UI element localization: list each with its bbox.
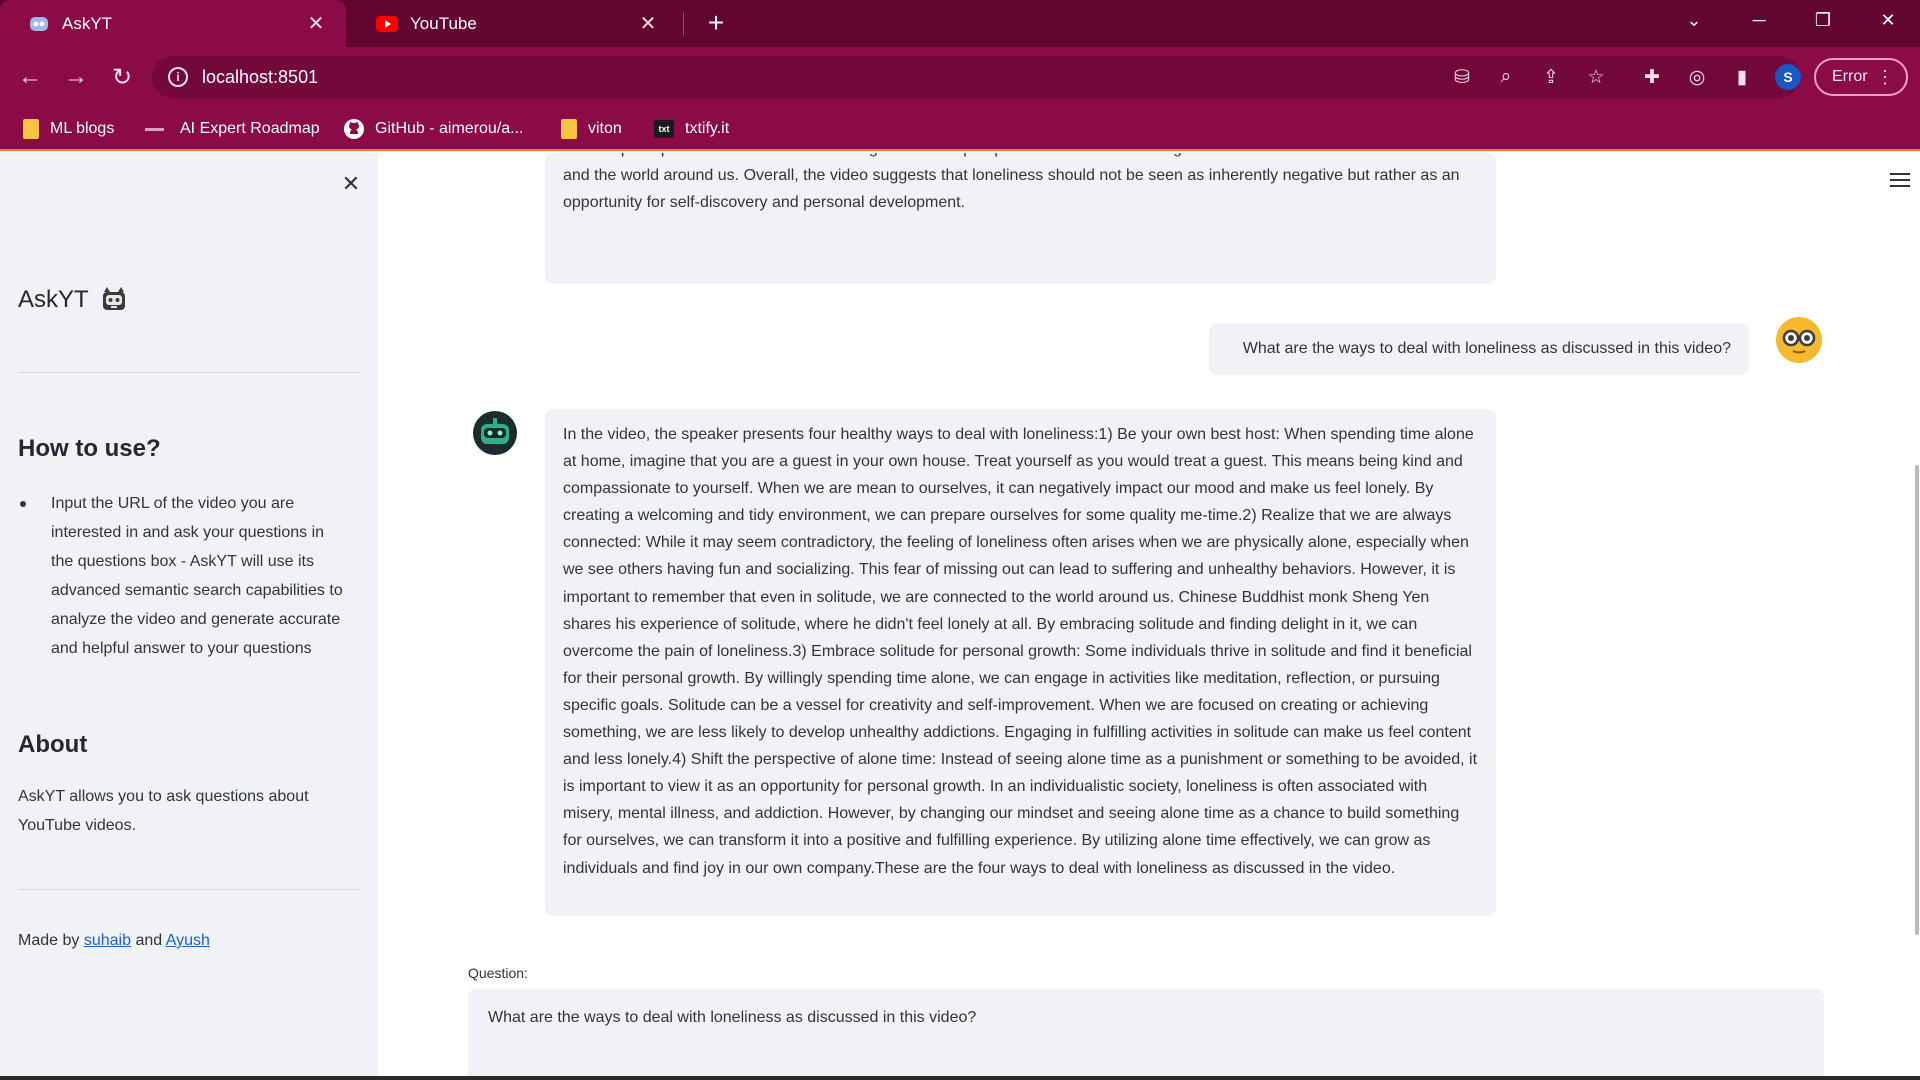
bookmark-star-icon[interactable]: ☆ (1582, 63, 1610, 91)
minimize-icon[interactable]: ─ (1731, 0, 1787, 40)
bookmark-viton[interactable]: viton (560, 117, 622, 141)
bot-message-text: In the video, the speaker presents four … (563, 426, 1478, 877)
github-icon (343, 119, 365, 139)
youtube-favicon-icon (376, 13, 398, 35)
brand: AskYT (18, 285, 129, 315)
made-by-and: and (135, 932, 163, 949)
bookmark-txtify[interactable]: txt txtify.it (653, 117, 729, 141)
folder-icon (22, 119, 40, 139)
author-link-suhaib[interactable]: suhaib (84, 932, 131, 949)
user-avatar-icon (1776, 317, 1822, 363)
bot-message-text: and the perception of loneliness. It enc… (563, 153, 1462, 212)
extensions-icon[interactable]: ✚ (1638, 63, 1666, 91)
about-title: About (18, 731, 88, 758)
bookmark-label: txtify.it (685, 120, 730, 137)
bookmark-label: viton (588, 120, 622, 137)
close-sidebar-icon[interactable]: ✕ (338, 171, 364, 197)
url-text: localhost:8501 (202, 66, 319, 87)
hamburger-menu-icon[interactable] (1890, 173, 1910, 189)
about-text: AskYT allows you to ask questions about … (18, 788, 309, 834)
divider (18, 889, 360, 890)
bullet-icon (20, 501, 26, 507)
how-to-item-text: Input the URL of the video you are inter… (51, 495, 343, 657)
made-by: Made by suhaib and Ayush (18, 932, 210, 950)
txtify-icon: txt (653, 119, 675, 139)
close-icon[interactable]: ✕ (636, 11, 660, 36)
bookmark-label: AI Expert Roadmap (180, 120, 320, 137)
new-tab-icon[interactable]: + (700, 6, 732, 40)
user-message-text: What are the ways to deal with lonelines… (1242, 340, 1731, 357)
main-content: and the perception of loneliness. It enc… (378, 153, 1920, 1080)
tab-separator (683, 12, 684, 36)
question-input-value: What are the ways to deal with lonelines… (488, 1009, 977, 1026)
askyt-favicon-icon (28, 13, 50, 35)
sidebar: ✕ AskYT How to use? Input the URL of the… (0, 153, 378, 1080)
back-icon[interactable]: ← (12, 59, 48, 95)
window-close-icon[interactable]: ✕ (1860, 0, 1916, 40)
robot-icon (102, 287, 125, 310)
share-icon[interactable]: ⇪ (1537, 63, 1565, 91)
made-by-prefix: Made by (18, 932, 80, 949)
how-to-list: Input the URL of the video you are inter… (18, 489, 350, 663)
bot-message: In the video, the speaker presents four … (545, 409, 1496, 916)
restore-icon[interactable]: ❐ (1795, 0, 1851, 40)
bot-message-previous: and the perception of loneliness. It enc… (545, 153, 1496, 284)
profile-avatar[interactable]: S (1775, 64, 1801, 90)
zoom-icon[interactable]: ⌕ (1492, 63, 1520, 91)
close-icon[interactable]: ✕ (304, 11, 328, 36)
author-link-ayush[interactable]: Ayush (166, 932, 210, 949)
scrollbar[interactable] (1915, 465, 1919, 935)
folder-icon (560, 119, 578, 139)
list-item: Input the URL of the video you are inter… (18, 489, 350, 663)
bookmark-label: GitHub - aimerou/a... (375, 120, 524, 137)
bookmark-github[interactable]: GitHub - aimerou/a... (343, 117, 524, 141)
tab-search-icon[interactable]: ⌄ (1666, 0, 1722, 40)
more-menu-icon[interactable]: ⋮ (1876, 67, 1894, 88)
bookmark-ml-blogs[interactable]: ML blogs (22, 117, 114, 141)
roadmap-icon: ▬▬ (145, 123, 164, 134)
brand-title: AskYT (18, 286, 89, 313)
bookmark-label: ML blogs (50, 120, 115, 137)
tab-title: YouTube (410, 13, 477, 33)
side-panel-icon[interactable]: ▮ (1728, 63, 1756, 91)
tab-askyt[interactable]: AskYT ✕ (0, 0, 346, 47)
bot-avatar-icon (473, 411, 517, 455)
browser-toolbar: ← → ↻ i localhost:8501 ⛁ ⌕ ⇪ ☆ ✚ ◎ ▮ S E… (0, 47, 1920, 107)
bookmarks-bar: ML blogs ▬▬ AI Expert Roadmap GitHub - a… (0, 107, 1920, 151)
extension-icon[interactable]: ◎ (1683, 63, 1711, 91)
bookmark-ai-expert-roadmap[interactable]: ▬▬ AI Expert Roadmap (144, 117, 320, 141)
divider (18, 372, 360, 373)
taskbar-edge (0, 1076, 1920, 1080)
reload-icon[interactable]: ↻ (104, 59, 140, 95)
tab-title: AskYT (62, 13, 113, 33)
how-to-title: How to use? (18, 435, 161, 462)
question-input[interactable]: What are the ways to deal with lonelines… (468, 989, 1824, 1080)
error-label: Error (1832, 68, 1868, 85)
browser-tab-strip: AskYT ✕ YouTube ✕ + ⌄ ─ ❐ ✕ (0, 0, 1920, 47)
user-message: What are the ways to deal with lonelines… (1209, 323, 1749, 375)
question-label: Question: (468, 965, 528, 981)
site-info-icon[interactable]: i (168, 67, 188, 87)
tab-youtube[interactable]: YouTube ✕ (348, 0, 678, 47)
forward-icon[interactable]: → (58, 59, 94, 95)
error-button[interactable]: Error ⋮ (1814, 58, 1908, 96)
cookie-blocked-icon[interactable]: ⛁ (1448, 63, 1476, 91)
